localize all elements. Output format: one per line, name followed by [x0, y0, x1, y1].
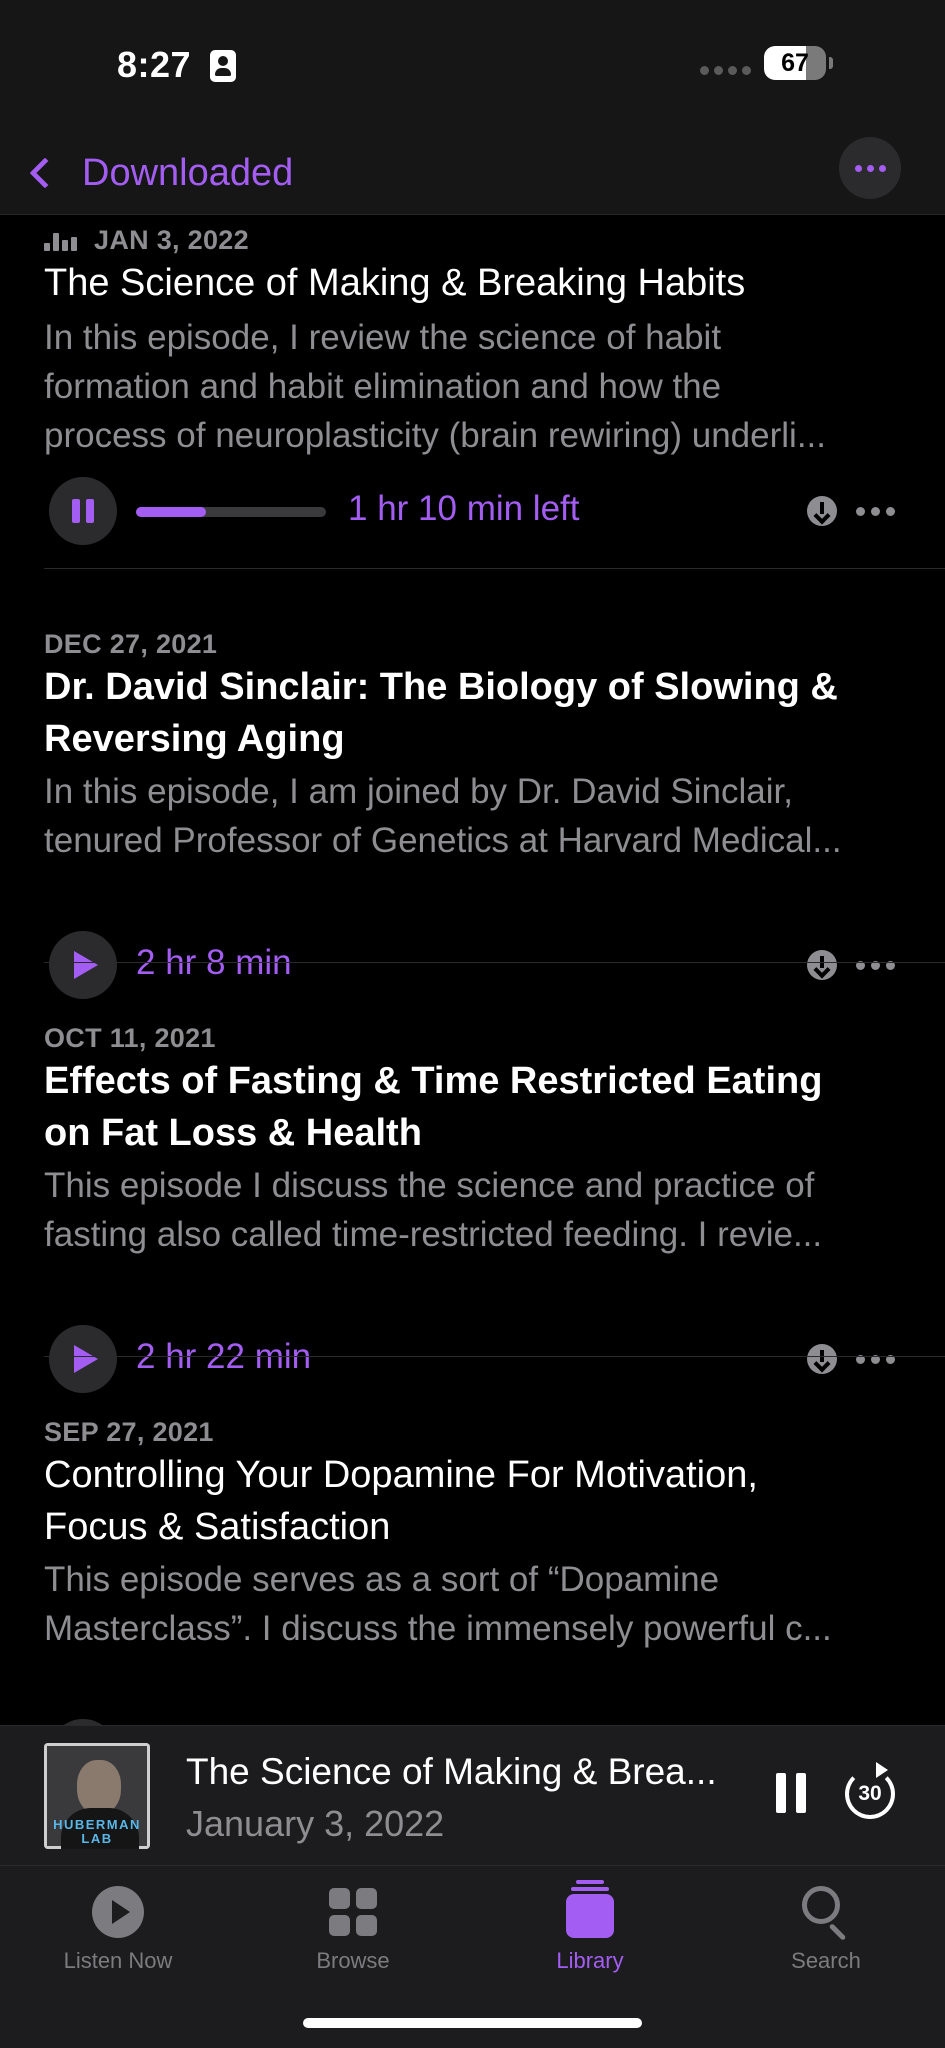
episode-description[interactable]: This episode serves as a sort of “Dopami…: [44, 1555, 904, 1653]
now-playing-date: January 3, 2022: [186, 1803, 445, 1844]
downloaded-icon: [807, 496, 837, 526]
title-line: Dr. David Sinclair: The Biology of Slowi…: [44, 666, 838, 708]
episode-date: SEP 27, 2021: [44, 1417, 214, 1447]
battery-icon: 67: [764, 46, 826, 80]
description-line: fasting also called time-restricted feed…: [44, 1215, 823, 1254]
signal-icon: [700, 66, 751, 75]
title-line: Focus & Satisfaction: [44, 1506, 391, 1548]
play-icon: [74, 951, 98, 979]
play-circle-icon: [92, 1886, 144, 1938]
episode-title[interactable]: The Science of Making & Breaking Habits: [44, 257, 904, 309]
pause-icon: [72, 499, 80, 523]
title-line: Reversing Aging: [44, 718, 345, 760]
episode-description[interactable]: This episode I discuss the science and p…: [44, 1161, 904, 1259]
downloaded-icon: [807, 950, 837, 980]
grid-icon: [329, 1888, 377, 1936]
artwork-text: HUBERMAN LAB: [53, 1817, 141, 1846]
description-line: process of neuroplasticity (brain rewiri…: [44, 416, 826, 455]
description-line: In this episode, I am joined by Dr. Davi…: [44, 772, 793, 811]
episode-more-button[interactable]: [856, 507, 895, 516]
progress-bar[interactable]: [136, 507, 326, 517]
title-line: on Fat Loss & Health: [44, 1112, 422, 1154]
description-line: formation and habit elimination and how …: [44, 367, 722, 406]
time-remaining: 1 hr 10 min left: [348, 489, 580, 528]
description-line: tenured Professor of Genetics at Harvard…: [44, 821, 842, 860]
play-icon: [74, 1345, 98, 1373]
tab-listen-now[interactable]: Listen Now: [28, 1880, 208, 1990]
tab-library[interactable]: Library: [500, 1880, 680, 1990]
divider: [44, 568, 945, 569]
episode-duration: 2 hr 22 min: [136, 1337, 312, 1376]
status-time: 8:27: [117, 44, 192, 85]
tab-label: Browse: [316, 1948, 390, 1973]
description-line: This episode serves as a sort of “Dopami…: [44, 1560, 720, 1599]
divider: [44, 1356, 945, 1357]
battery-level: 67: [781, 49, 809, 77]
episode-title[interactable]: Controlling Your Dopamine For Motivation…: [44, 1449, 904, 1553]
more-options-button[interactable]: [839, 137, 901, 199]
mini-player[interactable]: HUBERMAN LAB The Science of Making & Bre…: [0, 1725, 945, 1865]
episode-date: JAN 3, 2022: [94, 225, 249, 255]
tab-label: Library: [556, 1948, 624, 1973]
episode-description[interactable]: In this episode, I am joined by Dr. Davi…: [44, 767, 904, 865]
now-playing-icon: [44, 233, 80, 251]
tab-label: Listen Now: [63, 1948, 173, 1973]
play-button[interactable]: [49, 931, 117, 999]
tab-label: Search: [791, 1948, 861, 1973]
battery-cap: [829, 57, 833, 69]
library-stack-icon: [566, 1880, 614, 1940]
search-icon: [802, 1886, 852, 1941]
home-indicator: [303, 2018, 642, 2028]
mini-pause-button[interactable]: [776, 1773, 806, 1813]
episode-description[interactable]: In this episode, I review the science of…: [44, 313, 904, 460]
description-line: In this episode, I review the science of…: [44, 318, 722, 357]
status-bar: 8:27 67: [0, 0, 945, 130]
tab-search[interactable]: Search: [736, 1880, 916, 1990]
focus-person-icon: [210, 50, 236, 82]
skip-seconds-label: 30: [858, 1782, 882, 1805]
nav-bar: Downloaded: [0, 130, 945, 215]
episode-duration: 2 hr 8 min: [136, 943, 292, 982]
now-playing-title[interactable]: The Science of Making & Brea...: [186, 1751, 746, 1793]
chevron-left-icon: [29, 157, 61, 189]
back-button[interactable]: Downloaded: [24, 138, 293, 208]
episode-title[interactable]: Effects of Fasting & Time Restricted Eat…: [44, 1055, 904, 1159]
episode-date: OCT 11, 2021: [44, 1023, 216, 1053]
pause-button[interactable]: [49, 477, 117, 545]
back-label: Downloaded: [82, 151, 294, 194]
progress-fill: [136, 507, 207, 517]
episode-date: DEC 27, 2021: [44, 629, 218, 659]
description-line: Masterclass”. I discuss the immensely po…: [44, 1609, 832, 1648]
divider: [44, 962, 945, 963]
play-button[interactable]: [49, 1325, 117, 1393]
description-line: This episode I discuss the science and p…: [44, 1166, 815, 1205]
podcast-artwork[interactable]: HUBERMAN LAB: [44, 1743, 150, 1849]
title-line: Effects of Fasting & Time Restricted Eat…: [44, 1060, 823, 1102]
skip-forward-icon: [876, 1762, 888, 1778]
tab-browse[interactable]: Browse: [263, 1880, 443, 1990]
downloaded-icon: [807, 1344, 837, 1374]
episode-list[interactable]: JAN 3, 2022 The Science of Making & Brea…: [0, 215, 945, 1725]
title-line: Controlling Your Dopamine For Motivation…: [44, 1454, 758, 1496]
episode-title[interactable]: Dr. David Sinclair: The Biology of Slowi…: [44, 661, 904, 765]
